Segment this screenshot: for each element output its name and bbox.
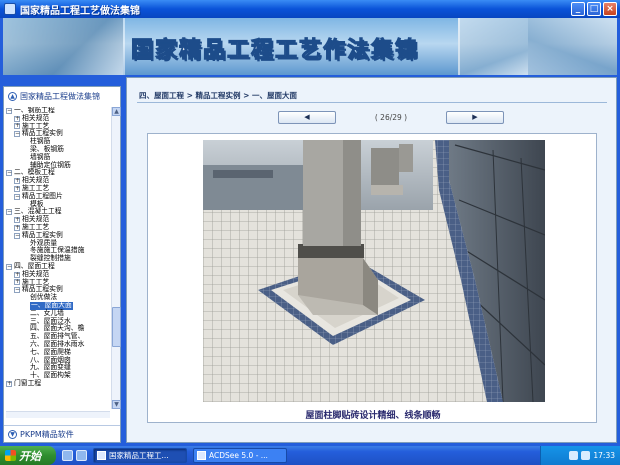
expand-icon[interactable]: + bbox=[14, 123, 20, 130]
divider bbox=[137, 102, 607, 103]
page-indicator: ( 26/29 ) bbox=[374, 113, 408, 122]
banner-photo bbox=[458, 18, 528, 75]
maximize-button[interactable]: □ bbox=[587, 2, 601, 16]
expand-icon[interactable]: + bbox=[14, 271, 20, 278]
scroll-up-icon[interactable]: ▲ bbox=[112, 107, 121, 116]
panel-header-label: 国家精品工程做法集锦 bbox=[20, 91, 100, 101]
banner-photo bbox=[528, 18, 617, 75]
network-icon[interactable] bbox=[569, 451, 579, 460]
windows-logo-icon bbox=[5, 450, 16, 461]
tree-item[interactable]: + 门窗工程 bbox=[6, 378, 110, 388]
content-area: 四、屋面工程 > 精品工程实例 > 一、屋面大面 ◀ ( 26/29 ) ▶ 屋… bbox=[126, 77, 617, 443]
expand-icon[interactable]: + bbox=[14, 279, 20, 286]
tree-item[interactable]: − 精品工程实例 bbox=[6, 231, 110, 240]
next-button[interactable]: ▶ bbox=[446, 111, 504, 124]
expand-icon[interactable]: ▼ bbox=[8, 429, 17, 439]
collapse-icon[interactable]: − bbox=[6, 170, 12, 177]
app-icon bbox=[97, 451, 106, 460]
vertical-scrollbar[interactable]: ▲ ▼ bbox=[111, 107, 121, 409]
volume-icon[interactable] bbox=[581, 451, 591, 460]
horizontal-scrollbar[interactable] bbox=[6, 411, 110, 418]
previous-button[interactable]: ◀ bbox=[278, 111, 336, 124]
collapse-icon[interactable]: − bbox=[14, 131, 20, 138]
tree-item[interactable]: − 精品工程实例 bbox=[6, 286, 110, 294]
start-button[interactable]: 开始 bbox=[0, 446, 56, 465]
photo-caption: 屋面柱脚贴砖设计精细、线条顺畅 bbox=[305, 411, 441, 421]
tree-item[interactable]: − 精品工程图片 bbox=[6, 192, 110, 201]
clock: 17:33 bbox=[593, 451, 615, 460]
page-navigation: ◀ ( 26/29 ) ▶ bbox=[278, 111, 504, 124]
banner-photo bbox=[3, 18, 123, 75]
panel-header[interactable]: ▲ 国家精品工程做法集锦 bbox=[4, 87, 120, 105]
expand-icon[interactable]: + bbox=[14, 115, 20, 122]
tree-item[interactable]: − 精品工程实例 bbox=[6, 130, 110, 138]
banner-title: 国家精品工程工艺作法集锦 bbox=[130, 37, 420, 64]
expand-icon[interactable]: + bbox=[14, 178, 20, 185]
tree-item-label: 门窗工程 bbox=[14, 378, 42, 387]
collapse-icon[interactable]: ▲ bbox=[8, 91, 17, 101]
taskbar-item[interactable]: ACDSee 5.0 - ... bbox=[193, 448, 287, 463]
expand-icon[interactable]: + bbox=[14, 217, 20, 224]
browser-icon[interactable] bbox=[62, 450, 73, 461]
desktop-icon[interactable] bbox=[76, 450, 87, 461]
app-icon bbox=[4, 3, 16, 15]
minimize-button[interactable]: _ bbox=[571, 2, 585, 16]
acdsee-icon bbox=[197, 451, 206, 460]
roof-column-photo bbox=[203, 140, 545, 402]
taskbar-item-label: ACDSee 5.0 - ... bbox=[209, 451, 268, 460]
banner-divider bbox=[458, 18, 460, 75]
scroll-thumb[interactable] bbox=[112, 307, 121, 347]
panel-footer-label: PKPM精品软件 bbox=[20, 429, 74, 439]
expand-icon[interactable]: + bbox=[14, 224, 20, 231]
header-banner: 国家精品工程工艺作法集锦 bbox=[3, 18, 617, 75]
photo-frame: 屋面柱脚贴砖设计精细、线条顺畅 bbox=[147, 133, 597, 423]
taskbar-item-label: 国家精品工程工... bbox=[109, 451, 169, 460]
collapse-icon[interactable]: − bbox=[14, 232, 20, 239]
panel-footer[interactable]: ▼ PKPM精品软件 bbox=[4, 425, 120, 442]
expand-icon[interactable]: + bbox=[6, 380, 12, 387]
tree-item[interactable]: 梁、板钢筋 bbox=[6, 145, 110, 154]
collapse-icon[interactable]: − bbox=[6, 209, 12, 216]
window-title: 国家精品工程工艺做法集锦 bbox=[20, 5, 140, 17]
close-button[interactable]: × bbox=[603, 2, 617, 16]
quick-launch bbox=[62, 450, 87, 461]
collapse-icon[interactable]: − bbox=[6, 107, 12, 114]
taskbar: 开始 国家精品工程工... ACDSee 5.0 - ... 17:33 bbox=[0, 446, 620, 465]
scroll-down-icon[interactable]: ▼ bbox=[112, 400, 121, 409]
collapse-icon[interactable]: − bbox=[14, 193, 20, 200]
collapse-icon[interactable]: − bbox=[6, 263, 12, 270]
expand-icon[interactable]: + bbox=[14, 185, 20, 192]
collapse-icon[interactable]: − bbox=[14, 287, 20, 294]
title-bar: 国家精品工程工艺做法集锦 _ □ × bbox=[0, 0, 620, 18]
taskbar-item[interactable]: 国家精品工程工... bbox=[93, 448, 187, 463]
navigation-panel: ▲ 国家精品工程做法集锦 − 一、钢筋工程 + 相关规范 + 施工工艺 − 精品工程实例 柱钢筋… bbox=[3, 86, 121, 443]
banner-divider bbox=[123, 18, 125, 75]
breadcrumb: 四、屋面工程 > 精品工程实例 > 一、屋面大面 bbox=[139, 91, 298, 100]
system-tray: 17:33 bbox=[540, 446, 620, 465]
window-controls: _ □ × bbox=[571, 2, 617, 16]
start-label: 开始 bbox=[19, 449, 41, 463]
navigation-tree: − 一、钢筋工程 + 相关规范 + 施工工艺 − 精品工程实例 柱钢筋 梁、板钢筋 墙钢筋 辅助定位钢… bbox=[6, 107, 110, 409]
